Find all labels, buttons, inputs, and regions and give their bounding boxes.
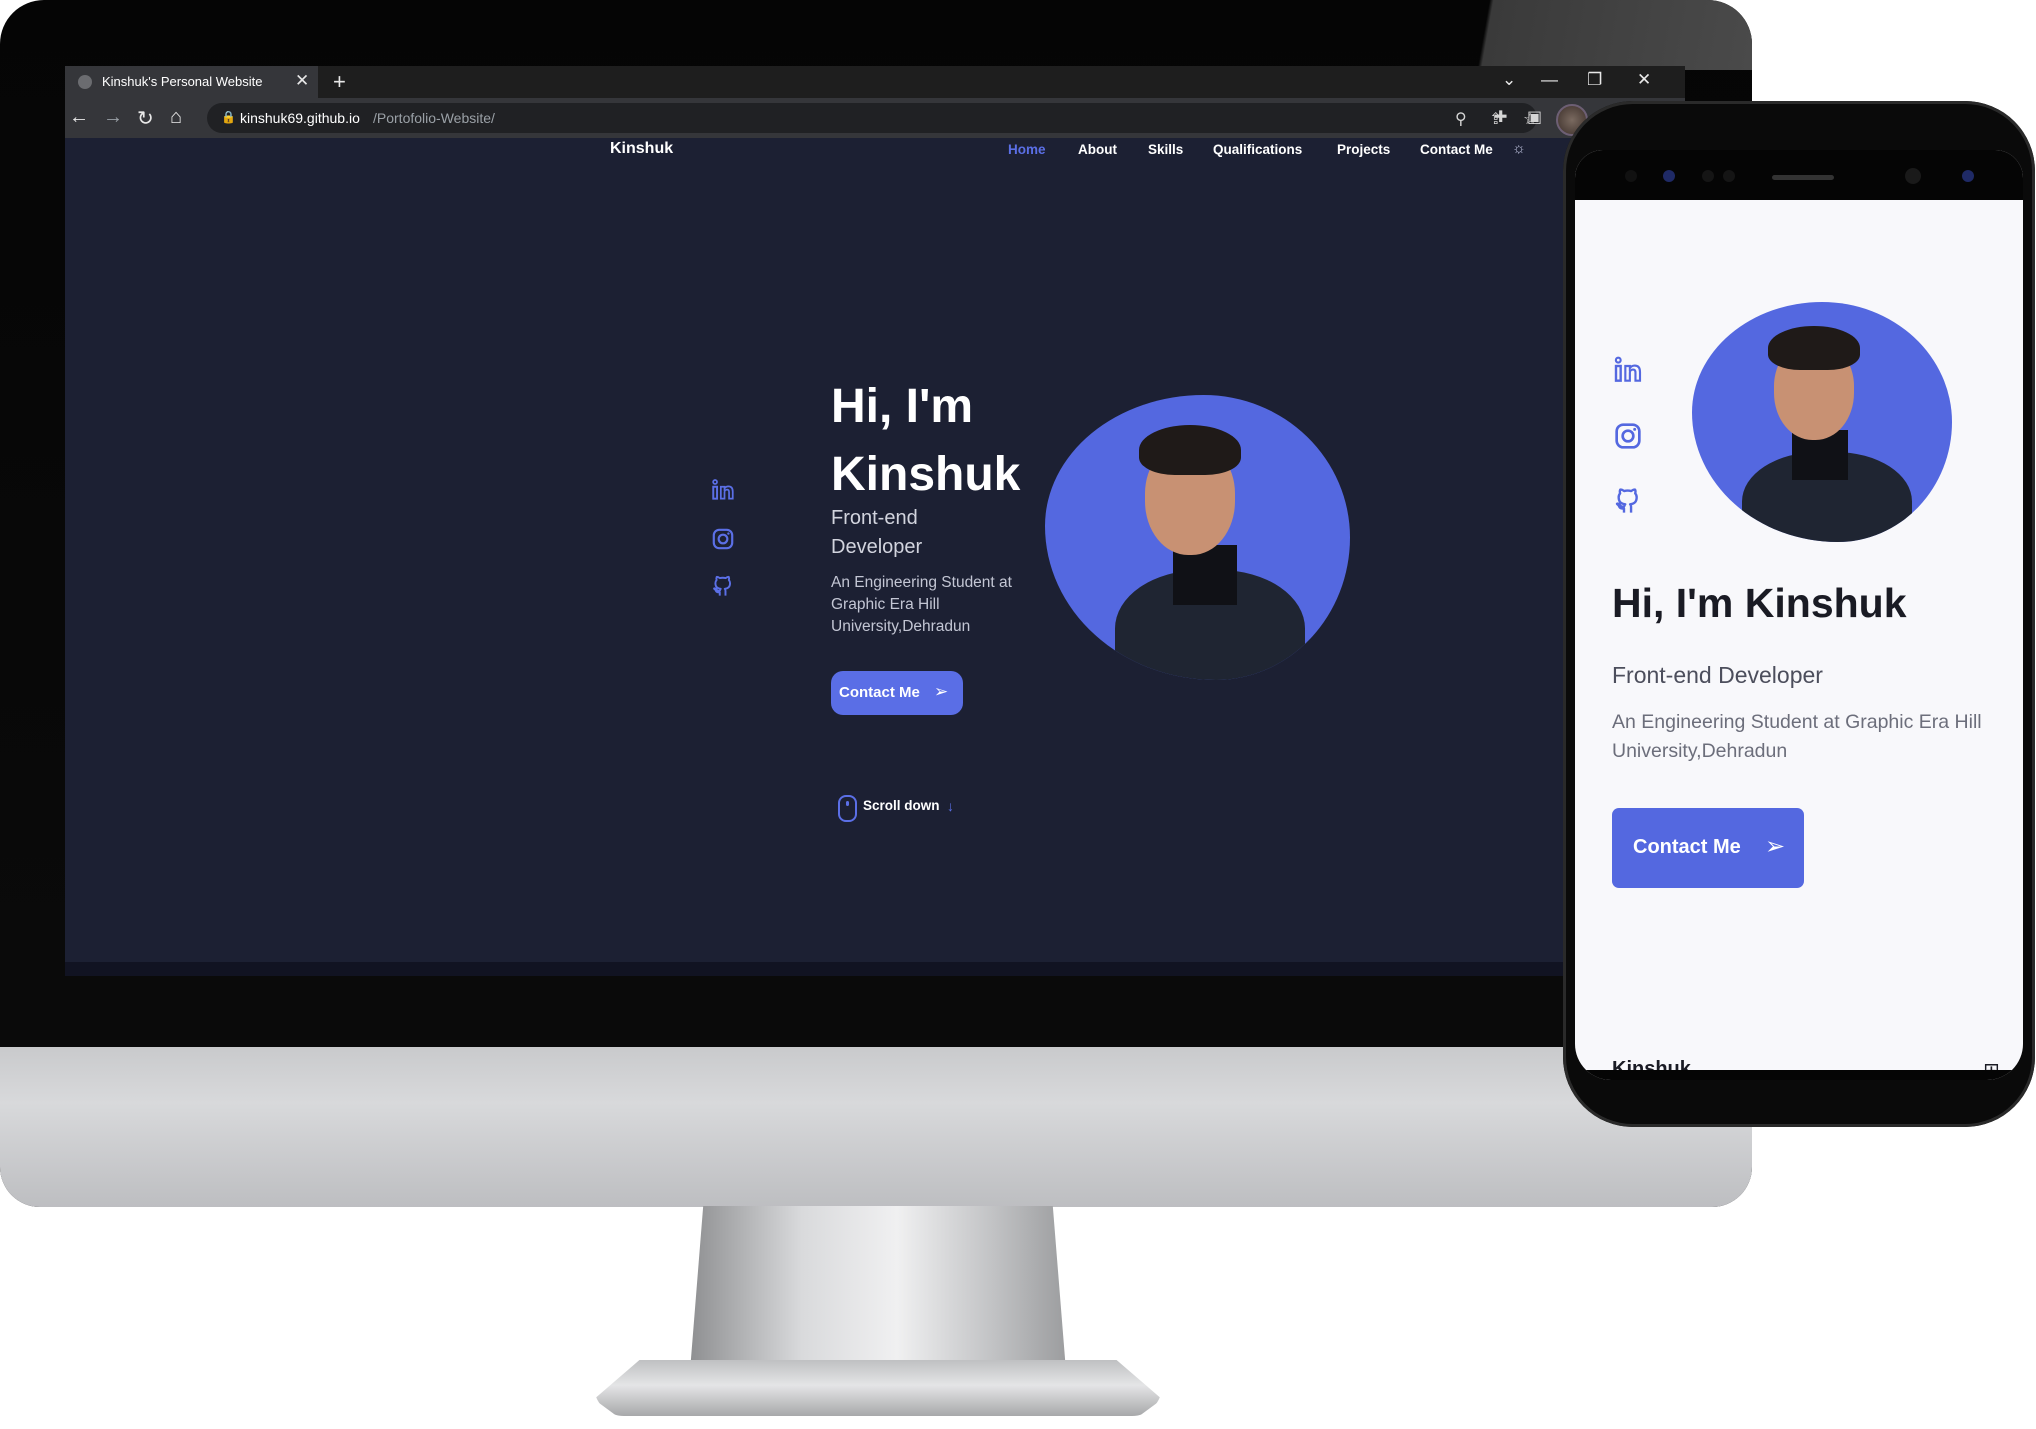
camera-icon bbox=[1905, 168, 1921, 184]
photo-hair bbox=[1139, 425, 1241, 475]
browser-tab[interactable]: Kinshuk's Personal Website ✕ bbox=[65, 66, 318, 98]
tab-bar: Kinshuk's Personal Website ✕ + ⌄ — ❐ ✕ bbox=[65, 66, 1685, 98]
contact-me-button[interactable]: Contact Me ➢ bbox=[831, 671, 963, 715]
reload-icon[interactable]: ↻ bbox=[137, 106, 154, 131]
nav-projects[interactable]: Projects bbox=[1337, 142, 1390, 157]
contact-me-label: Contact Me bbox=[839, 684, 920, 701]
close-tab-icon[interactable]: ✕ bbox=[295, 71, 309, 91]
browser-toolbar: ← → ↻ ⌂ 🔒 kinshuk69.github.io /Portofoli… bbox=[65, 98, 1685, 138]
nav-about[interactable]: About bbox=[1078, 142, 1117, 157]
url-path: /Portofolio-Website/ bbox=[373, 110, 495, 126]
hero-subtitle: Front-end Developer bbox=[1612, 662, 1823, 688]
hero-title: Hi, I'm Kinshuk bbox=[831, 380, 1021, 501]
hero-title: Hi, I'm Kinshuk bbox=[1612, 580, 1907, 626]
speaker-grille bbox=[1772, 175, 1834, 180]
tab-title: Kinshuk's Personal Website bbox=[102, 74, 263, 89]
sensor-icon bbox=[1723, 170, 1735, 182]
browser-window: Kinshuk's Personal Website ✕ + ⌄ — ❐ ✕ ←… bbox=[65, 66, 1685, 976]
github-icon[interactable] bbox=[710, 574, 736, 600]
forward-arrow-icon[interactable]: → bbox=[103, 106, 123, 129]
minimize-button[interactable]: — bbox=[1541, 70, 1558, 90]
send-icon: ➢ bbox=[934, 682, 949, 701]
arrow-down-icon[interactable]: ↓ bbox=[947, 798, 954, 814]
linkedin-icon[interactable] bbox=[1612, 354, 1644, 386]
website-mobile: Hi, I'm Kinshuk Front-end Developer An E… bbox=[1575, 150, 2023, 1080]
side-panel-icon[interactable]: ▣ bbox=[1527, 107, 1542, 127]
site-bottom-edge bbox=[65, 962, 1685, 976]
url-host: kinshuk69.github.io bbox=[240, 110, 360, 126]
site-logo[interactable]: Kinshuk bbox=[610, 140, 673, 158]
contact-me-button[interactable]: Contact Me ➢ bbox=[1612, 808, 1804, 888]
profile-photo bbox=[1692, 302, 1952, 542]
restore-button[interactable]: ❐ bbox=[1587, 70, 1602, 90]
linkedin-icon[interactable] bbox=[710, 477, 736, 503]
theme-toggle-icon[interactable]: ☼ bbox=[1512, 140, 1526, 157]
phone-bottom-bezel bbox=[1575, 1070, 2023, 1080]
github-icon[interactable] bbox=[1612, 486, 1644, 518]
nav-home[interactable]: Home bbox=[1008, 142, 1046, 157]
address-bar[interactable]: 🔒 kinshuk69.github.io /Portofolio-Websit… bbox=[207, 103, 1537, 133]
monitor-chin bbox=[0, 1047, 1752, 1207]
hero-description: An Engineering Student at Graphic Era Hi… bbox=[1612, 711, 1982, 762]
extensions-icon[interactable]: ✚ bbox=[1494, 107, 1507, 127]
monitor-stand-base bbox=[594, 1360, 1162, 1416]
hero-description: An Engineering Student at Graphic Era Hi… bbox=[831, 574, 1012, 635]
contact-me-label: Contact Me bbox=[1633, 836, 1741, 858]
photo-hair bbox=[1768, 326, 1860, 370]
lock-icon: 🔒 bbox=[221, 110, 236, 124]
new-tab-button[interactable]: + bbox=[333, 69, 346, 95]
home-icon[interactable]: ⌂ bbox=[170, 106, 182, 129]
tab-search-icon[interactable]: ⌄ bbox=[1502, 70, 1516, 90]
mouse-scroll-icon[interactable] bbox=[838, 795, 857, 822]
phone-notch-bar bbox=[1575, 150, 2023, 200]
zoom-icon[interactable]: ⚲ bbox=[1455, 109, 1467, 129]
sensor-icon bbox=[1625, 170, 1637, 182]
nav-contact[interactable]: Contact Me bbox=[1420, 142, 1493, 157]
website-desktop: Kinshuk Home About Skills Qualifications… bbox=[65, 138, 1685, 976]
globe-icon bbox=[78, 75, 92, 89]
instagram-icon[interactable] bbox=[1612, 420, 1644, 452]
front-camera-icon bbox=[1663, 170, 1675, 182]
sensor-icon bbox=[1702, 170, 1714, 182]
back-arrow-icon[interactable]: ← bbox=[69, 106, 89, 129]
instagram-icon[interactable] bbox=[710, 526, 736, 552]
profile-photo bbox=[1045, 395, 1350, 680]
close-window-button[interactable]: ✕ bbox=[1637, 70, 1651, 90]
mobile-phone: Hi, I'm Kinshuk Front-end Developer An E… bbox=[1563, 101, 2035, 1127]
send-icon: ➢ bbox=[1765, 833, 1786, 860]
hero-subtitle: Front-end Developer bbox=[831, 507, 923, 558]
monitor-glare bbox=[1372, 0, 1752, 70]
sensor-icon bbox=[1962, 170, 1974, 182]
scroll-down-link[interactable]: Scroll down bbox=[863, 798, 940, 813]
nav-qualifications[interactable]: Qualifications bbox=[1213, 142, 1302, 157]
desktop-monitor: Kinshuk's Personal Website ✕ + ⌄ — ❐ ✕ ←… bbox=[0, 0, 1752, 1207]
nav-skills[interactable]: Skills bbox=[1148, 142, 1183, 157]
